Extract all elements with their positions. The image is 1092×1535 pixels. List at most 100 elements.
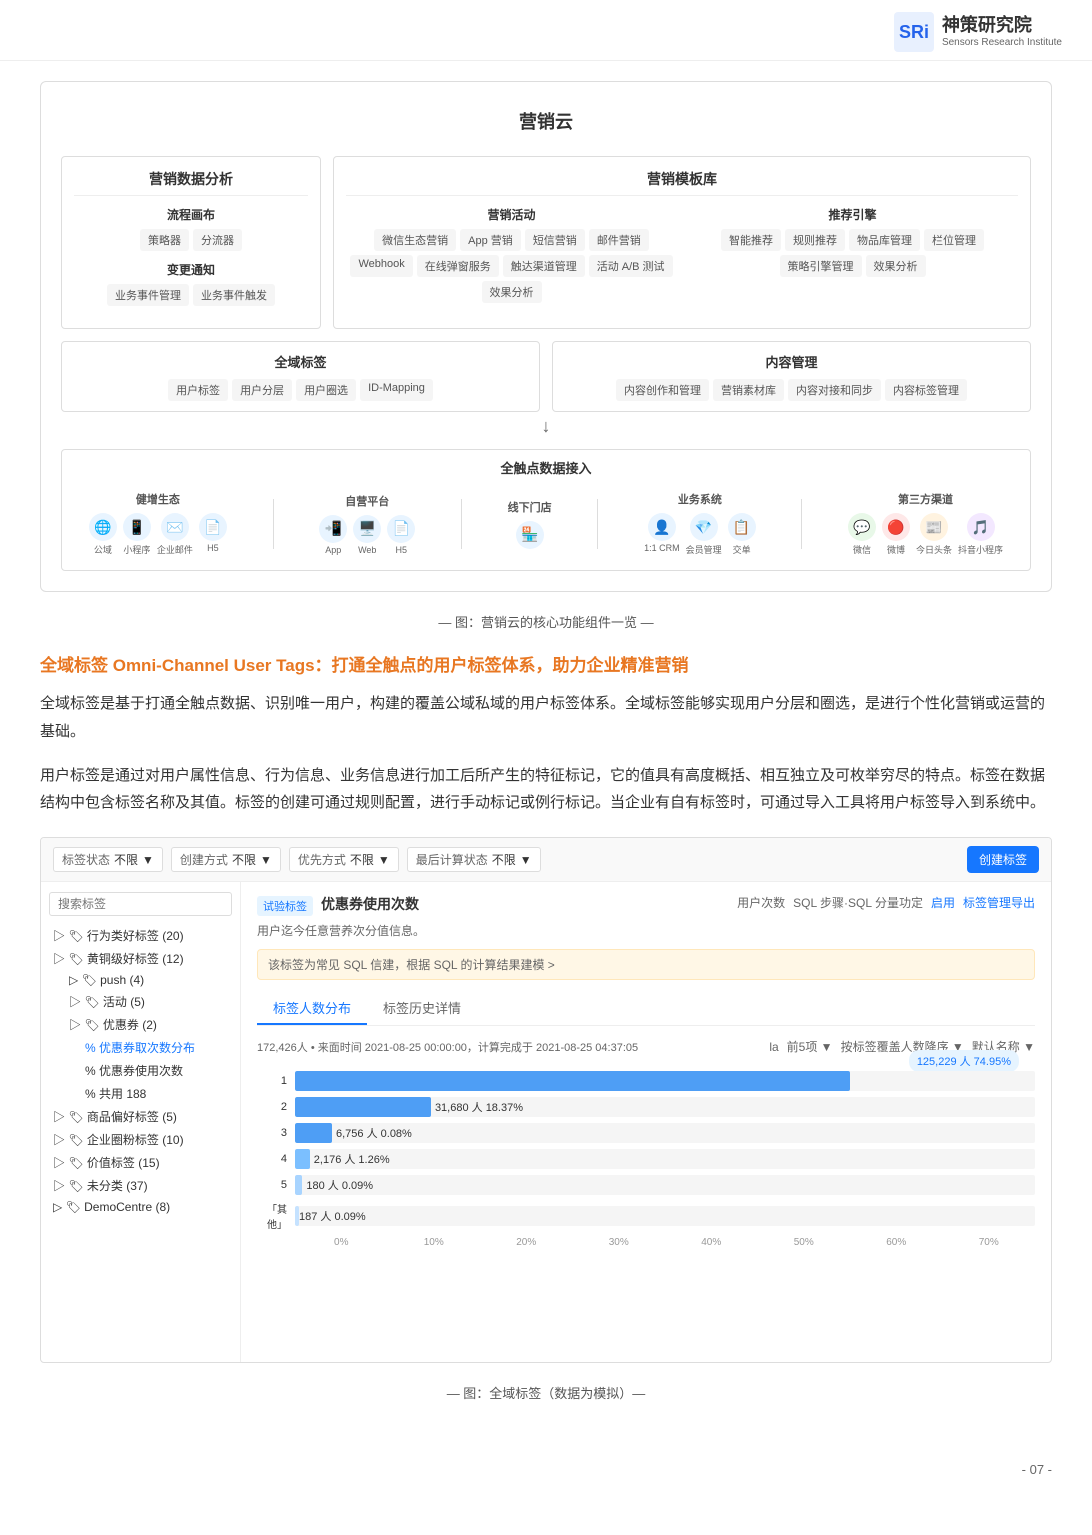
tc-icon-circle-public: 🌐 <box>89 513 117 541</box>
mc-subsection-canvas: 流程画布 策略器 分流器 <box>74 206 308 251</box>
tc-icon-mini: 📱 小程序 <box>123 513 151 556</box>
tc-icon-store: 🏪 <box>516 521 544 549</box>
axis-40: 40% <box>665 1237 758 1248</box>
diagram-caption-2: — 图：全域标签（数据为模拟）— <box>40 1383 1052 1402</box>
body-paragraph-2: 用户标签是通过对用户属性信息、行为信息、业务信息进行加工后所产生的特征标记，它的… <box>40 762 1052 818</box>
tc-group-third: 第三方渠道 💬 微信 🔴 微博 📰 今日头条 <box>848 491 1003 556</box>
tag-sidebar: ▷ 🏷 行为类好标签 (20) ▷ 🏷 黄铜级好标签 (12) ▷ 🏷 push… <box>41 882 241 1362</box>
mc-global-tags-title: 全域标签 <box>72 352 529 371</box>
action-sql[interactable]: SQL 步骤·SQL 分量功定 <box>793 894 923 911</box>
create-tag-button[interactable]: 创建标签 <box>967 846 1039 873</box>
tc-icon-member: 💎 会员管理 <box>686 513 722 556</box>
tab-history[interactable]: 标签历史详情 <box>367 992 477 1025</box>
sidebar-item-goods-tags[interactable]: ▷ 🏷 商品偏好标签 (5) <box>49 1105 232 1128</box>
mc-item-event-mgmt: 业务事件管理 <box>107 284 189 306</box>
bar-label-2: 2 <box>257 1101 287 1113</box>
chevron-icon-calc: ▼ <box>520 853 532 867</box>
bar-label-5: 5 <box>257 1179 287 1191</box>
bar-fill-2 <box>295 1097 431 1117</box>
bar-axis: 0% 10% 20% 30% 40% 50% 60% 70% <box>295 1237 1035 1248</box>
sidebar-item-coupon[interactable]: ▷ 🏷 优惠券 (2) <box>65 1013 232 1036</box>
tc-icon-circle-app2: 📲 <box>319 515 347 543</box>
tc-icon-circle-wechat2: 💬 <box>848 513 876 541</box>
sidebar-item-uncategorized[interactable]: ▷ 🏷 未分类 (37) <box>49 1174 232 1197</box>
mc-item-rule: 规则推荐 <box>785 229 845 251</box>
mc-recommend: 推荐引擎 智能推荐 规则推荐 物品库管理 栏位管理 策略引擎管理 效果分析 <box>687 206 1018 303</box>
tc-group-health: 健增生态 🌐 公域 📱 小程序 ✉️ 企业邮件 <box>89 491 227 556</box>
control-top5[interactable]: 前5项 ▼ <box>787 1038 833 1055</box>
action-user-count[interactable]: 用户次数 <box>737 894 785 911</box>
axis-0: 0% <box>295 1237 388 1248</box>
mc-data-analysis: 营销数据分析 流程画布 策略器 分流器 变更通知 业务事件管理 业务事件触发 <box>61 156 321 329</box>
tc-group-health-title: 健增生态 <box>136 491 180 507</box>
mc-item-user-tag: 用户标签 <box>168 379 228 401</box>
sidebar-item-coupon-dist[interactable]: % 优惠券取次数分布 <box>81 1036 232 1059</box>
tc-icon-label-member: 会员管理 <box>686 543 722 556</box>
mc-item-sms: 短信营销 <box>525 229 585 251</box>
bar-wrapper-4: 2,176 人 1.26% <box>295 1149 1035 1169</box>
bar-label-3: 3 <box>257 1127 287 1139</box>
sidebar-item-bronze-tags[interactable]: ▷ 🏷 黄铜级好标签 (12) <box>49 947 232 970</box>
sri-logo-icon: SRi <box>894 12 934 52</box>
mc-touchpoint: 全触点数据接入 健增生态 🌐 公域 📱 小程序 <box>61 449 1031 571</box>
filter-value-status: 不限 <box>114 851 138 868</box>
mc-activities-title: 营销活动 <box>346 206 677 223</box>
bar-fill-5 <box>295 1175 302 1195</box>
mc-recommend-items: 智能推荐 规则推荐 物品库管理 栏位管理 策略引擎管理 效果分析 <box>687 229 1018 277</box>
tc-icon-circle-h52: 📄 <box>387 515 415 543</box>
tc-group-biz-title: 业务系统 <box>678 491 722 507</box>
filter-value-create: 不限 <box>232 851 256 868</box>
sidebar-item-activity[interactable]: ▷ 🏷 活动 (5) <box>65 990 232 1013</box>
bar-row-3: 3 6,756 人 0.08% <box>257 1123 1035 1143</box>
sidebar-item-shared[interactable]: % 共用 188 <box>81 1082 232 1105</box>
tag-main: ▷ 🏷 行为类好标签 (20) ▷ 🏷 黄铜级好标签 (12) ▷ 🏷 push… <box>41 882 1051 1362</box>
bar-label-1: 1 <box>257 1075 287 1087</box>
tc-icon-circle-weibo: 🔴 <box>882 513 910 541</box>
bar-row-5: 5 180 人 0.09% <box>257 1175 1035 1195</box>
bar-value-4: 2,176 人 1.26% <box>314 1151 390 1167</box>
filter-value-calc: 不限 <box>492 851 516 868</box>
sidebar-item-coupon-use[interactable]: % 优惠券使用次数 <box>81 1059 232 1082</box>
action-enable[interactable]: 启用 <box>931 894 955 911</box>
tc-icon-email2: ✉️ 企业邮件 <box>157 513 193 556</box>
sidebar-item-democentre[interactable]: ▷ 🏷 DemoCentre (8) <box>49 1197 232 1217</box>
mc-content-mgmt-items: 内容创作和管理 营销素材库 内容对接和同步 内容标签管理 <box>563 379 1020 401</box>
control-la[interactable]: la <box>769 1040 778 1054</box>
tc-icon-circle-h5: 📄 <box>199 513 227 541</box>
tab-distribution[interactable]: 标签人数分布 <box>257 992 367 1025</box>
mc-item-email: 邮件营销 <box>589 229 649 251</box>
tag-stats-info: 172,426人 • 来面时间 2021-08-25 00:00:00，计算完成… <box>257 1039 638 1055</box>
bar-row-2: 2 31,680 人 18.37% <box>257 1097 1035 1117</box>
arrow-down-icon: ↓ <box>61 416 1031 437</box>
filter-tag-status[interactable]: 标签状态 不限 ▼ <box>53 847 163 872</box>
mc-item-content-create: 内容创作和管理 <box>616 379 709 401</box>
filter-priority[interactable]: 优先方式 不限 ▼ <box>289 847 399 872</box>
tag-tip[interactable]: 该标签为常见 SQL 信建，根据 SQL 的计算结果建模 > <box>257 949 1035 980</box>
tc-icon-label-email2: 企业邮件 <box>157 543 193 556</box>
sidebar-item-social-tags[interactable]: ▷ 🏷 企业圈粉标签 (10) <box>49 1128 232 1151</box>
bar-chart: 1 2 31,680 人 18.37% <box>257 1063 1035 1256</box>
sidebar-item-push[interactable]: ▷ 🏷 push (4) <box>65 970 232 990</box>
tc-group-third-icons: 💬 微信 🔴 微博 📰 今日头条 🎵 抖 <box>848 513 1003 556</box>
filter-create-method[interactable]: 创建方式 不限 ▼ <box>171 847 281 872</box>
tag-info: 试验标签 优惠券使用次数 用户迄今任意营养次分值信息。 <box>257 894 425 939</box>
divider-3 <box>597 499 598 549</box>
mc-recommend-title: 推荐引擎 <box>687 206 1018 223</box>
tc-icon-toutiao: 📰 今日头条 <box>916 513 952 556</box>
action-export[interactable]: 标签管理导出 <box>963 894 1035 911</box>
mc-canvas-items: 策略器 分流器 <box>74 229 308 251</box>
tc-icon-wechat2: 💬 微信 <box>848 513 876 556</box>
tc-icon-circle-order: 📋 <box>728 513 756 541</box>
mc-item-app: App 营销 <box>460 229 521 251</box>
tag-search-input[interactable] <box>49 892 232 916</box>
tc-group-own-icons: 📲 App 🖥️ Web 📄 H5 <box>319 515 415 555</box>
tag-badge: 试验标签 <box>257 896 313 916</box>
tc-icon-circle-crm: 👤 <box>648 513 676 541</box>
sidebar-item-behavior-tags[interactable]: ▷ 🏷 行为类好标签 (20) <box>49 924 232 947</box>
filter-calc-status[interactable]: 最后计算状态 不限 ▼ <box>407 847 541 872</box>
tc-icon-circle-email2: ✉️ <box>161 513 189 541</box>
mc-touchpoint-title: 全触点数据接入 <box>70 458 1022 477</box>
sidebar-item-value-tags[interactable]: ▷ 🏷 价值标签 (15) <box>49 1151 232 1174</box>
tag-toolbar: 标签状态 不限 ▼ 创建方式 不限 ▼ 优先方式 不限 ▼ 最后计算状态 不限 … <box>41 838 1051 882</box>
tc-icon-circle-toutiao: 📰 <box>920 513 948 541</box>
